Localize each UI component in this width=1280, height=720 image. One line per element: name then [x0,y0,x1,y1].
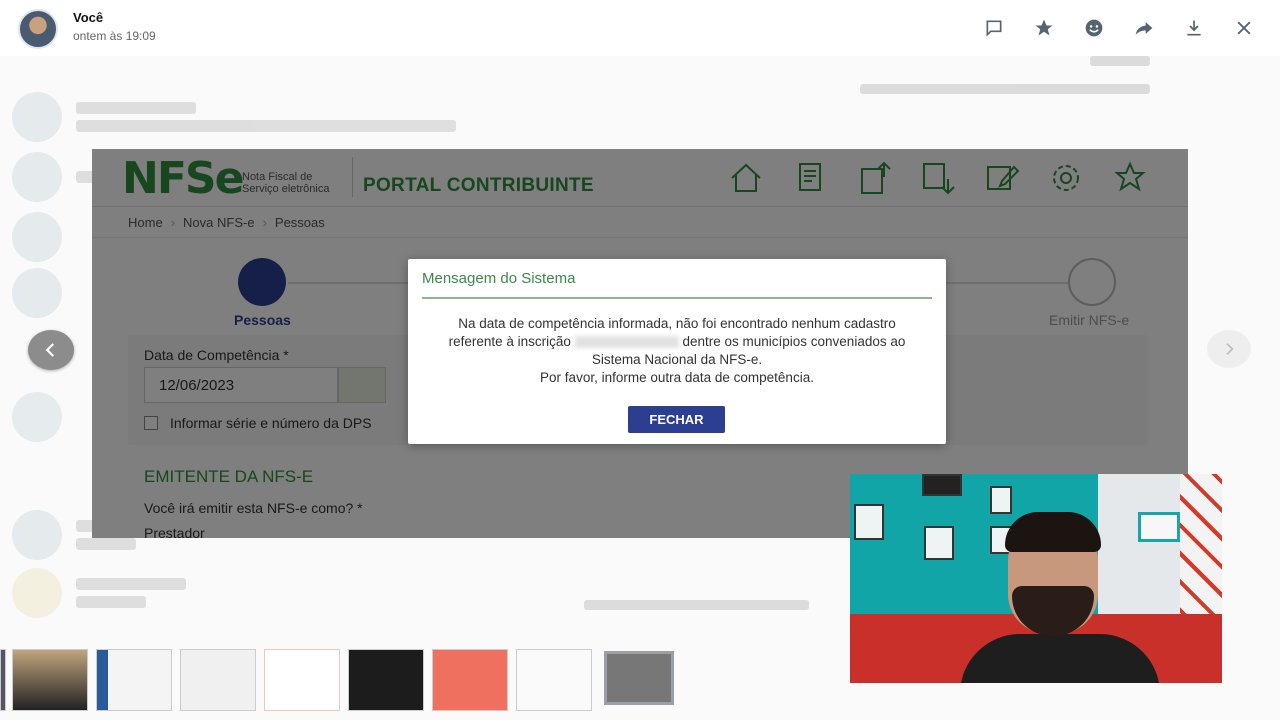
message-line: Na data de competência informada, não fo… [458,316,896,331]
sender-name: Você [73,10,104,25]
thumbnail[interactable] [0,649,6,711]
viewer-header: Você ontem às 19:09 [0,0,1280,56]
message-line: Sistema Nacional da NFS-e. [591,352,763,367]
message-line: Por favor, informe outra data de competê… [540,370,814,385]
redacted-text [574,336,679,349]
previous-media-button[interactable] [28,330,74,370]
thumbnail[interactable] [180,649,256,711]
bg-text [584,600,809,610]
dialog-message: Na data de competência informada, não fo… [424,315,930,387]
emoji-icon[interactable] [1080,14,1108,42]
thumbnail[interactable] [96,649,172,711]
message-line: dentre os municípios conveniados ao [682,334,906,349]
divider [422,297,932,299]
reply-icon[interactable] [980,14,1008,42]
dialog-title: Mensagem do Sistema [422,270,576,287]
avatar[interactable] [18,9,58,49]
message-timestamp: ontem às 19:09 [73,29,156,43]
wall-frame [924,526,954,560]
bg-chat-item [12,392,62,442]
bg-text [860,84,1150,94]
bg-chat-item [12,212,62,262]
star-icon[interactable] [1030,14,1058,42]
thumbnail[interactable] [516,649,592,711]
download-icon[interactable] [1180,14,1208,42]
wall-frame [854,504,884,540]
bg-chat-item [12,568,186,618]
wall-frame [990,486,1012,514]
close-icon[interactable] [1230,14,1258,42]
person [1005,512,1101,552]
chevron-left-icon [45,343,55,357]
thumbnail-selected[interactable] [604,651,674,705]
next-media-button[interactable] [1207,330,1251,368]
bg-chat-item [12,92,456,142]
wall-frame [922,474,962,496]
system-message-dialog: Mensagem do Sistema Na data de competênc… [408,259,946,444]
thumbnail[interactable] [264,649,340,711]
media-thumbnails [0,646,1280,720]
close-dialog-button[interactable]: FECHAR [628,406,725,433]
thumbnail[interactable] [12,649,88,711]
thumbnail[interactable] [432,649,508,711]
header-actions [980,14,1258,42]
message-line: referente à inscrição [448,334,571,349]
thumbnail[interactable] [348,649,424,711]
curtain [1180,474,1222,624]
bg-text [1090,56,1150,66]
chevron-right-icon [1226,343,1234,355]
bg-chat-item [12,268,62,318]
forward-icon[interactable] [1130,14,1158,42]
air-conditioner [1138,512,1180,542]
